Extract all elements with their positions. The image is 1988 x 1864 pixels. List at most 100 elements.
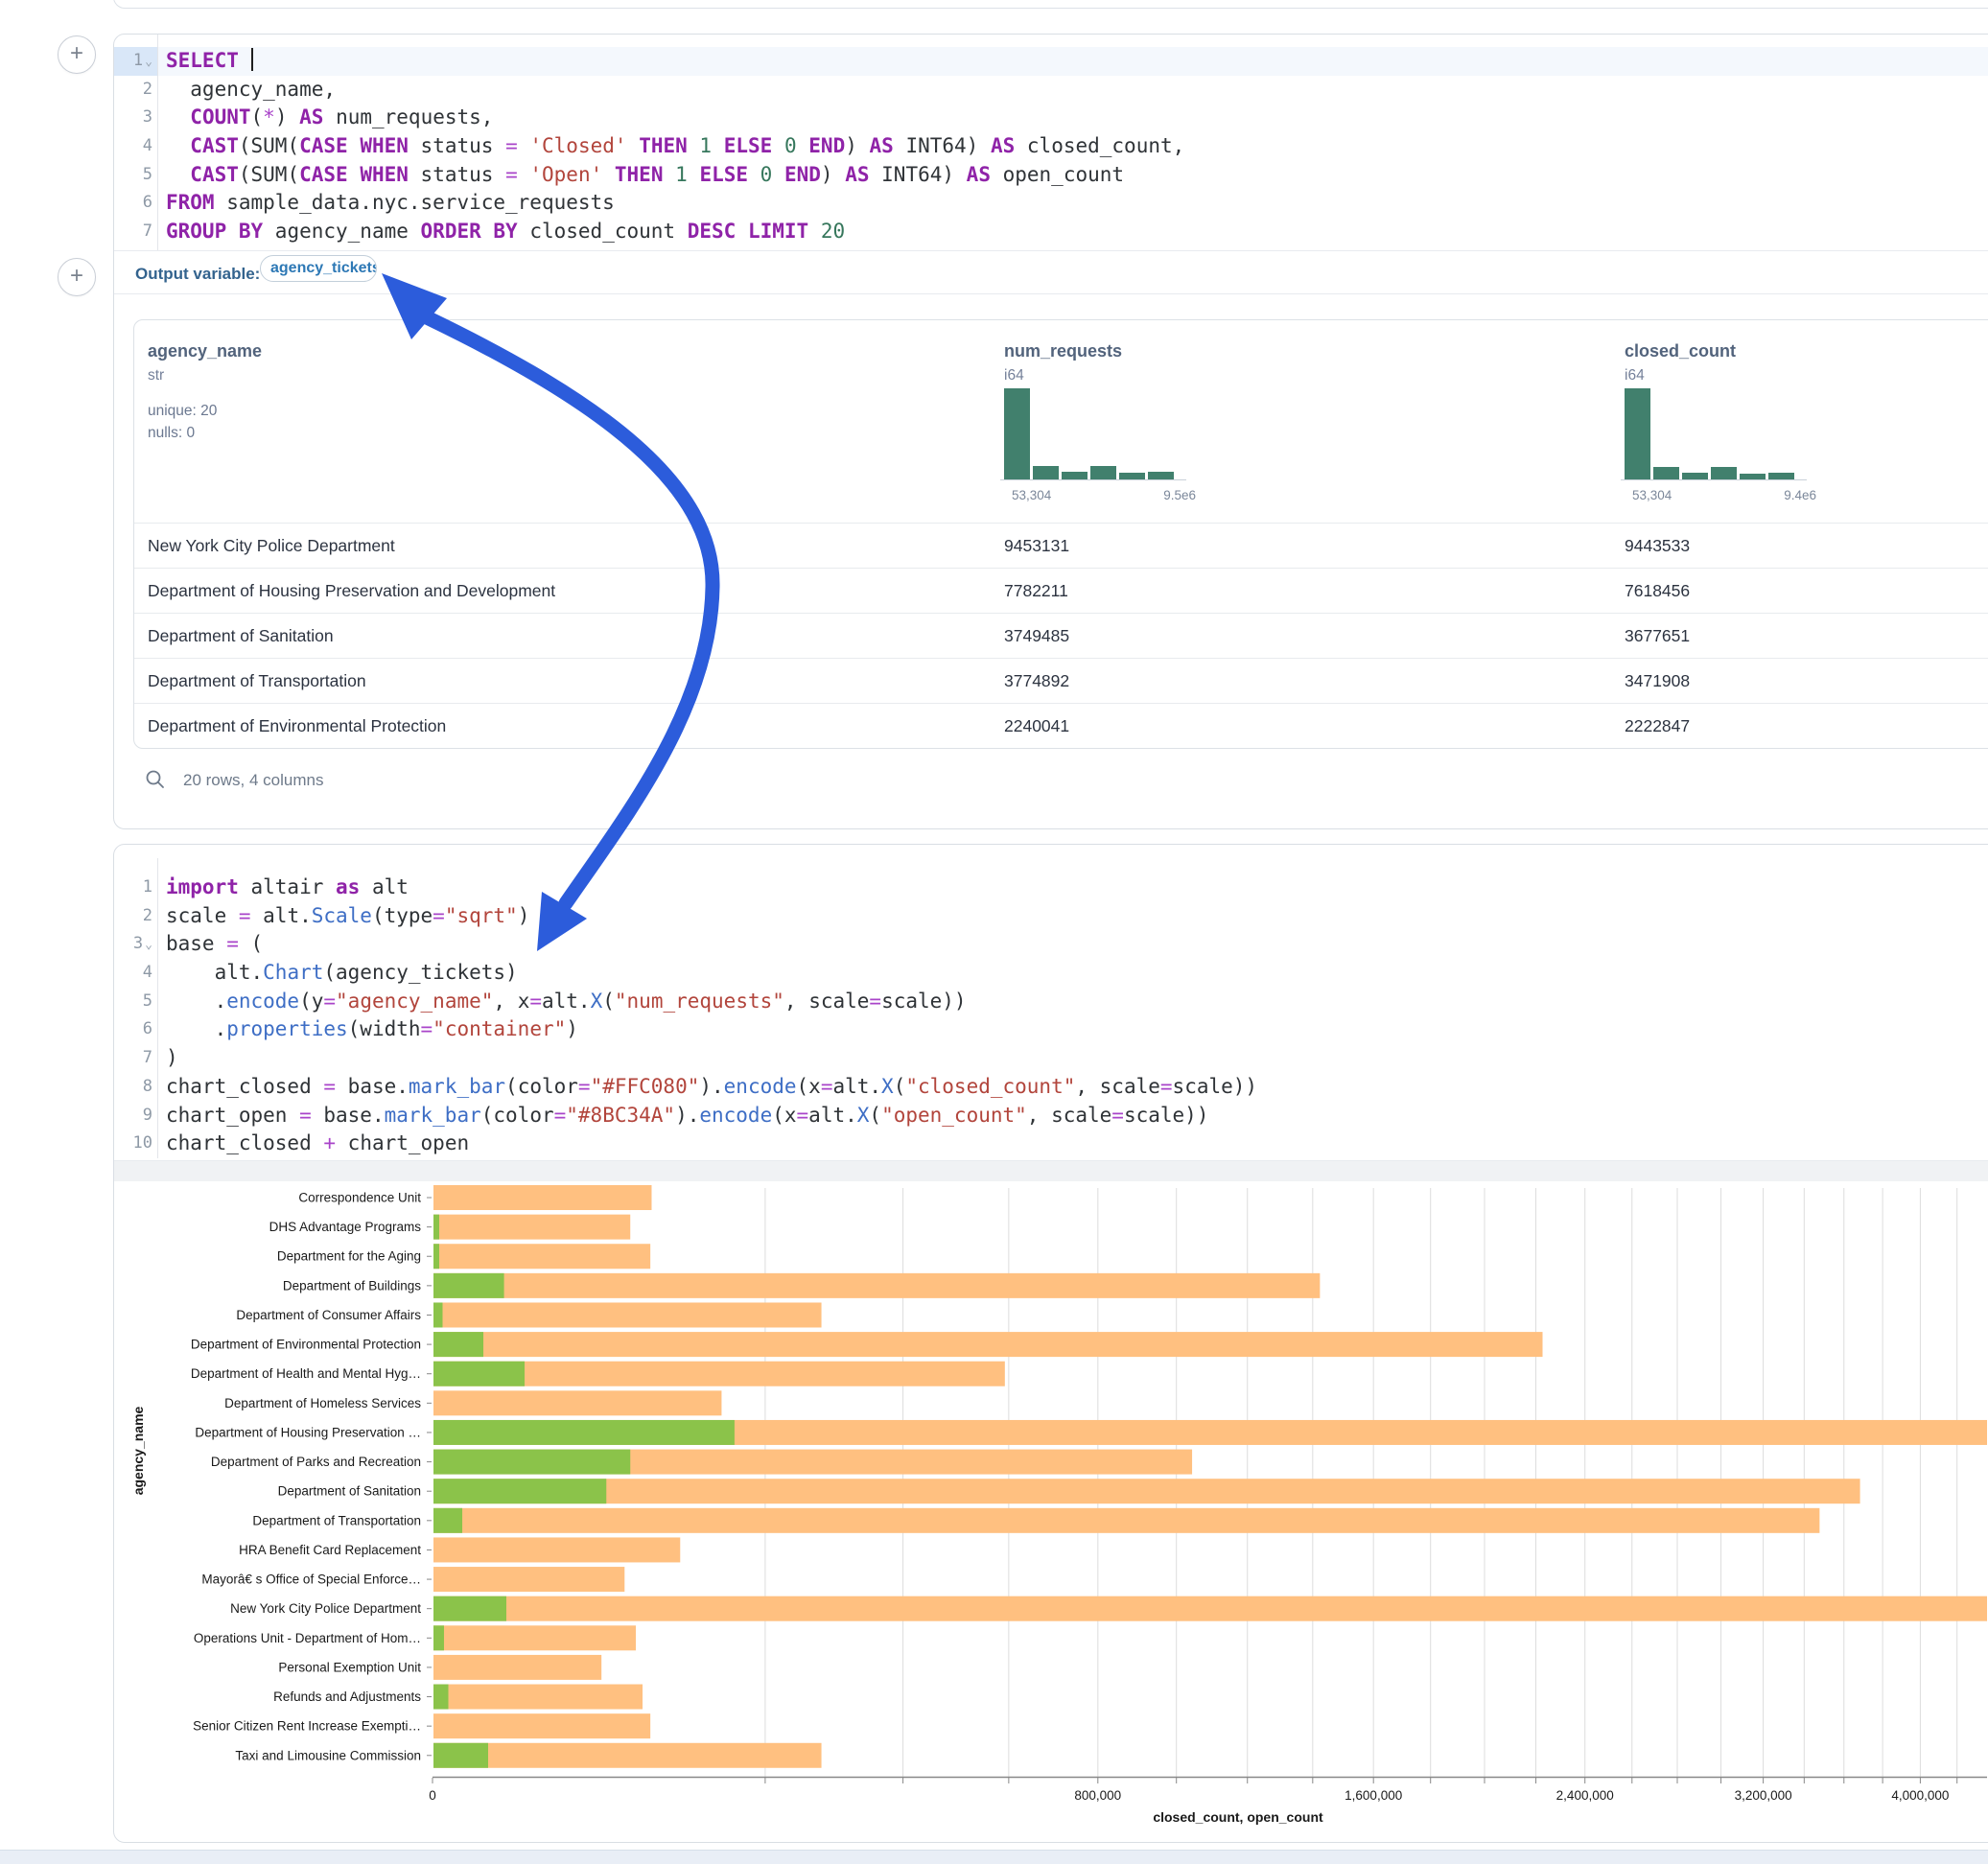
chevron-down-icon[interactable]: ⌄ [145,938,152,952]
bar-closed[interactable] [433,1625,636,1650]
bar-closed[interactable] [433,1596,1987,1621]
bar-closed[interactable] [433,1244,650,1269]
bar-closed[interactable] [433,1567,624,1592]
line-number: 1⌄ [114,47,152,76]
histogram-bar [1004,388,1030,479]
table-row[interactable]: Department of Transportation377489234719… [134,658,1988,704]
table-cell: 7618456 [1625,569,1690,614]
bar-open[interactable] [433,1420,735,1445]
code-line[interactable]: 4 CAST(SUM(CASE WHEN status = 'Closed' T… [114,132,1988,161]
bar-open[interactable] [433,1450,630,1475]
code-line[interactable]: 2 agency_name, [114,76,1988,105]
code-text: CAST(SUM(CASE WHEN status = 'Closed' THE… [166,132,1184,161]
y-axis-label: Refunds and Adjustments [273,1689,421,1704]
code-text: base = ( [166,930,263,959]
bar-open[interactable] [433,1302,443,1327]
table-cell: 3774892 [1004,659,1069,704]
bar-closed[interactable] [433,1685,643,1710]
code-line[interactable]: 8chart_closed = base.mark_bar(color="#FF… [114,1073,1988,1102]
bar-open[interactable] [433,1685,449,1710]
table-cell: 2240041 [1004,704,1069,749]
bar-closed[interactable] [433,1743,822,1768]
bar-open[interactable] [433,1743,488,1768]
line-number: 5 [114,161,152,190]
bar-closed[interactable] [433,1479,1860,1503]
output-variable-badge[interactable]: agency_tickets [260,255,377,282]
table-cell: 2222847 [1625,704,1690,749]
column-histogram[interactable]: 53,3049.4e6 [1625,402,1799,493]
y-axis-label: Department of Homeless Services [224,1396,421,1410]
histogram-bar [1033,466,1059,479]
table-row[interactable]: Department of Environmental Protection22… [134,703,1988,749]
bar-closed[interactable] [433,1537,680,1562]
python-code-editor[interactable]: 1import altair as alt2 scale = alt.Scale(… [114,874,1988,1158]
add-cell-button[interactable]: + [58,35,96,74]
table-cell: Department of Sanitation [148,614,334,659]
code-line[interactable]: 5 CAST(SUM(CASE WHEN status = 'Open' THE… [114,161,1988,190]
bar-closed[interactable] [433,1185,651,1210]
cell-divider [114,250,1988,251]
code-line[interactable]: 1⌄ SELECT [114,47,1988,76]
bar-closed[interactable] [433,1302,822,1327]
code-line[interactable]: 2 scale = alt.Scale(type="sqrt") [114,902,1988,931]
bar-closed[interactable] [433,1215,630,1240]
output-separator [114,1161,1988,1181]
bar-closed[interactable] [433,1508,1819,1533]
histogram-bar [1119,473,1145,479]
bar-closed[interactable] [433,1273,1320,1298]
column-header[interactable]: num_requests [1004,341,1122,361]
bar-open[interactable] [433,1215,439,1240]
table-row[interactable]: Department of Housing Preservation and D… [134,568,1988,614]
code-line[interactable]: 10chart_closed + chart_open [114,1130,1988,1158]
add-cell-button[interactable]: + [58,258,96,296]
bar-closed[interactable] [433,1390,721,1415]
bar-open[interactable] [433,1625,444,1650]
bar-open[interactable] [433,1596,506,1621]
column-header[interactable]: closed_count [1625,341,1736,361]
y-axis-label: Department of Housing Preservation … [195,1425,421,1439]
column-histogram[interactable]: 53,3049.5e6 [1004,402,1179,493]
code-text: ) [166,1044,178,1073]
table-row[interactable]: Department of Sanitation37494853677651 [134,613,1988,659]
code-line[interactable]: 6FROM sample_data.nyc.service_requests [114,189,1988,218]
bar-open[interactable] [433,1508,462,1533]
table-cell: Department of Transportation [148,659,366,704]
y-axis-label: Personal Exemption Unit [278,1660,421,1674]
histogram-max-label: 9.5e6 [1163,488,1196,502]
table-dimensions-text: 20 rows, 4 columns [183,771,323,790]
line-number: 2 [114,902,152,931]
bar-closed[interactable] [433,1332,1543,1357]
bar-closed[interactable] [433,1655,601,1680]
code-line[interactable]: 5 .encode(y="agency_name", x=alt.X("num_… [114,988,1988,1016]
code-line[interactable]: 9chart_open = base.mark_bar(color="#8BC3… [114,1102,1988,1130]
sql-code-editor[interactable]: 1⌄ SELECT 2 agency_name,3 COUNT(*) AS num… [114,47,1988,246]
code-line[interactable]: 7GROUP BY agency_name ORDER BY closed_co… [114,218,1988,246]
column-header[interactable]: agency_name [148,341,262,361]
histogram-bar [1653,467,1679,479]
column-type: str [148,367,164,384]
bar-open[interactable] [433,1362,525,1386]
code-text: SELECT [166,47,253,76]
bar-open[interactable] [433,1332,483,1357]
notebook-page: + + 1⌄ SELECT 2 agency_name,3 COUNT(*) AS… [0,0,1988,1864]
code-line[interactable]: 6 .properties(width="container") [114,1015,1988,1044]
code-line[interactable]: 4 alt.Chart(agency_tickets) [114,959,1988,988]
next-cell-edge [0,1850,1988,1864]
histogram-baseline [1000,479,1186,480]
bar-closed[interactable] [433,1713,650,1738]
chevron-down-icon[interactable]: ⌄ [145,55,152,69]
code-line[interactable]: 1import altair as alt [114,874,1988,902]
code-text: scale = alt.Scale(type="sqrt") [166,902,529,931]
search-icon[interactable] [145,769,166,790]
bar-open[interactable] [433,1273,504,1298]
code-line[interactable]: 7) [114,1044,1988,1073]
code-line[interactable]: 3⌄base = ( [114,930,1988,959]
table-cell: 7782211 [1004,569,1068,614]
y-axis-label: Correspondence Unit [298,1191,421,1205]
y-axis-label: Department of Health and Mental Hyg… [191,1366,421,1381]
table-row[interactable]: New York City Police Department945313194… [134,523,1988,569]
table-cell: 9453131 [1004,524,1069,569]
bar-open[interactable] [433,1244,439,1269]
code-line[interactable]: 3 COUNT(*) AS num_requests, [114,104,1988,132]
bar-open[interactable] [433,1479,606,1503]
